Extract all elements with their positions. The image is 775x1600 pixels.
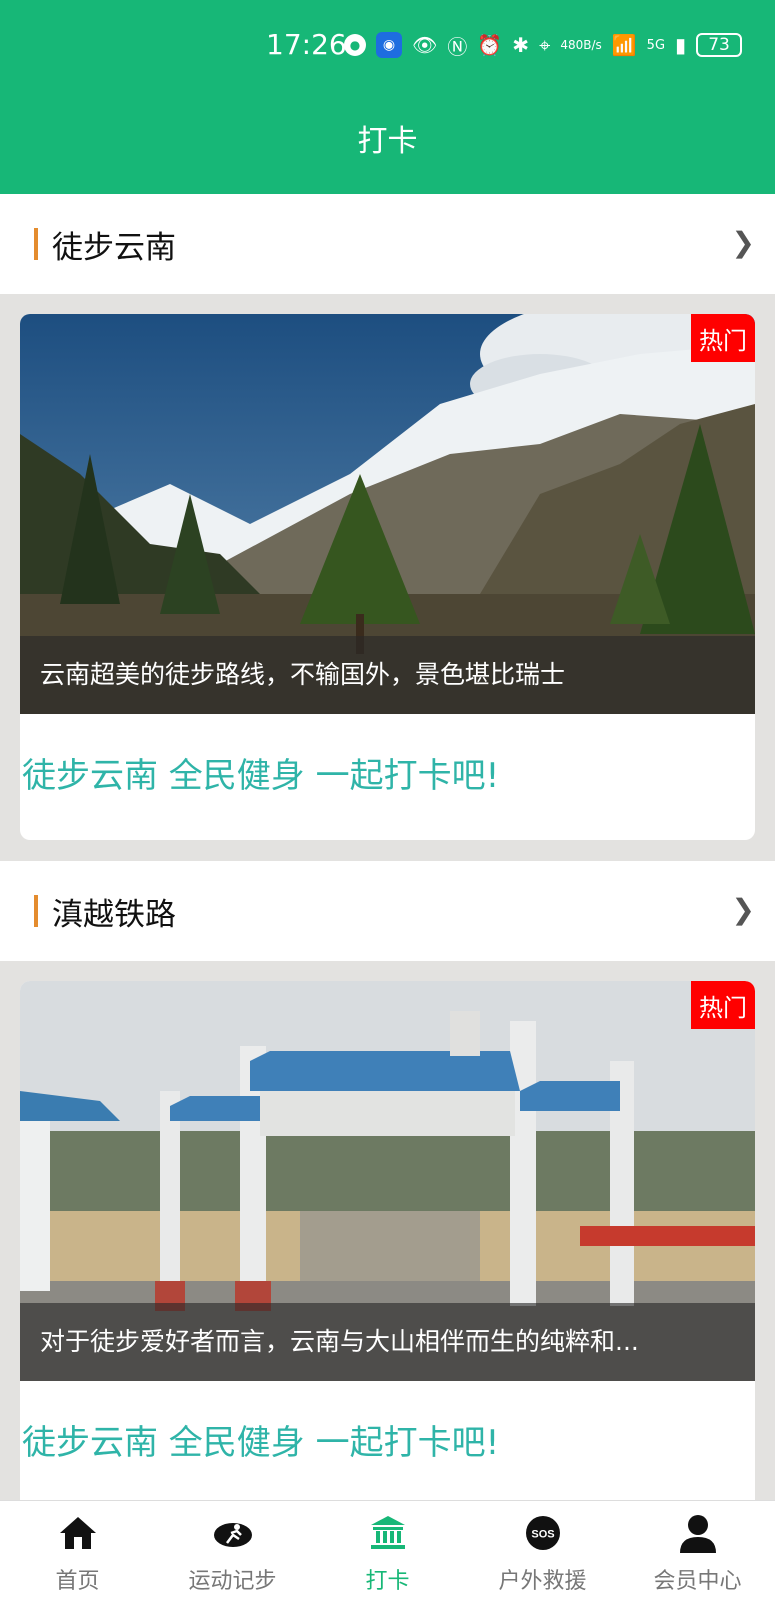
card-slogan: 徒步云南 全民健身 一起打卡吧!	[22, 756, 500, 796]
status-bar: 17:26 ● ◉ 👁 Ⓝ ⏰ ✱ ⌖ 480 B/s 📶 5G ▮ 73	[0, 26, 775, 66]
signal-icon: ▮	[675, 33, 687, 57]
card-caption: 云南超美的徒步路线，不输国外，景色堪比瑞士	[20, 636, 755, 714]
section-title: 徒步云南	[52, 230, 176, 266]
page-title: 打卡	[357, 124, 418, 159]
bluetooth-icon: ✱	[512, 33, 530, 57]
wechat-icon: ●	[344, 34, 366, 56]
message-icon: ◉	[376, 32, 402, 58]
net-speed-value: 480	[560, 38, 584, 52]
battery-indicator: 73	[696, 33, 743, 57]
section-accent-bar	[34, 895, 38, 927]
chevron-right-icon[interactable]: ❯	[732, 226, 755, 259]
app-header: 17:26 ● ◉ 👁 Ⓝ ⏰ ✱ ⌖ 480 B/s 📶 5G ▮ 73 打卡	[0, 0, 775, 194]
tab-home[interactable]: 首页	[0, 1501, 155, 1600]
tab-label: 户外救援	[498, 1569, 587, 1594]
nfc-icon: Ⓝ	[447, 34, 468, 59]
running-icon	[213, 1523, 252, 1547]
card-slogan: 徒步云南 全民健身 一起打卡吧!	[22, 1423, 500, 1463]
alarm-icon: ⏰	[477, 33, 503, 57]
tab-label: 打卡	[365, 1569, 410, 1594]
bottom-tab-bar: 首页 运动记步 打卡 SOS 户外救援 会员中心	[0, 1500, 775, 1600]
card-image[interactable]: 热门 对于徒步爱好者而言，云南与大山相伴而生的纯粹和...	[20, 981, 755, 1381]
status-icons: ● ◉ 👁 Ⓝ ⏰ ✱ ⌖ 480 B/s 📶 5G ▮ 73	[344, 32, 743, 59]
section-accent-bar	[34, 228, 38, 260]
eye-icon: 👁	[412, 33, 438, 57]
section-title: 滇越铁路	[52, 897, 176, 933]
article-card[interactable]: 热门 云南超美的徒步路线，不输国外，景色堪比瑞士 徒步云南 全民健身 一起打卡吧…	[20, 314, 755, 840]
tab-member-center[interactable]: 会员中心	[620, 1501, 775, 1600]
net-speed-unit: B/s	[583, 38, 602, 52]
home-icon	[59, 1517, 96, 1549]
location-icon: ⌖	[539, 33, 551, 57]
chevron-right-icon[interactable]: ❯	[732, 893, 755, 926]
wifi-icon: 📶	[611, 33, 637, 57]
article-card[interactable]: 热门 对于徒步爱好者而言，云南与大山相伴而生的纯粹和... 徒步云南 全民健身 …	[20, 981, 755, 1500]
sos-icon: SOS	[525, 1516, 560, 1550]
tab-label: 会员中心	[653, 1569, 742, 1594]
hot-badge: 热门	[691, 314, 755, 362]
section-header-railway[interactable]: 滇越铁路 ❯	[0, 861, 775, 961]
svg-text:SOS: SOS	[531, 1529, 554, 1541]
tab-outdoor-rescue[interactable]: SOS 户外救援	[465, 1501, 620, 1600]
landmark-icon	[370, 1516, 405, 1549]
tab-label: 运动记步	[188, 1569, 277, 1594]
hot-badge: 热门	[691, 981, 755, 1029]
tab-checkin[interactable]: 打卡	[310, 1501, 465, 1600]
tab-step-record[interactable]: 运动记步	[155, 1501, 310, 1600]
user-icon	[679, 1515, 716, 1553]
section-header-hiking[interactable]: 徒步云南 ❯	[0, 194, 775, 294]
net-speed: 480 B/s	[560, 32, 601, 58]
status-time: 17:26	[266, 28, 347, 61]
card-caption: 对于徒步爱好者而言，云南与大山相伴而生的纯粹和...	[20, 1303, 755, 1381]
tab-label: 首页	[55, 1569, 100, 1594]
network-type: 5G	[646, 37, 666, 53]
card-image[interactable]: 热门 云南超美的徒步路线，不输国外，景色堪比瑞士	[20, 314, 755, 714]
